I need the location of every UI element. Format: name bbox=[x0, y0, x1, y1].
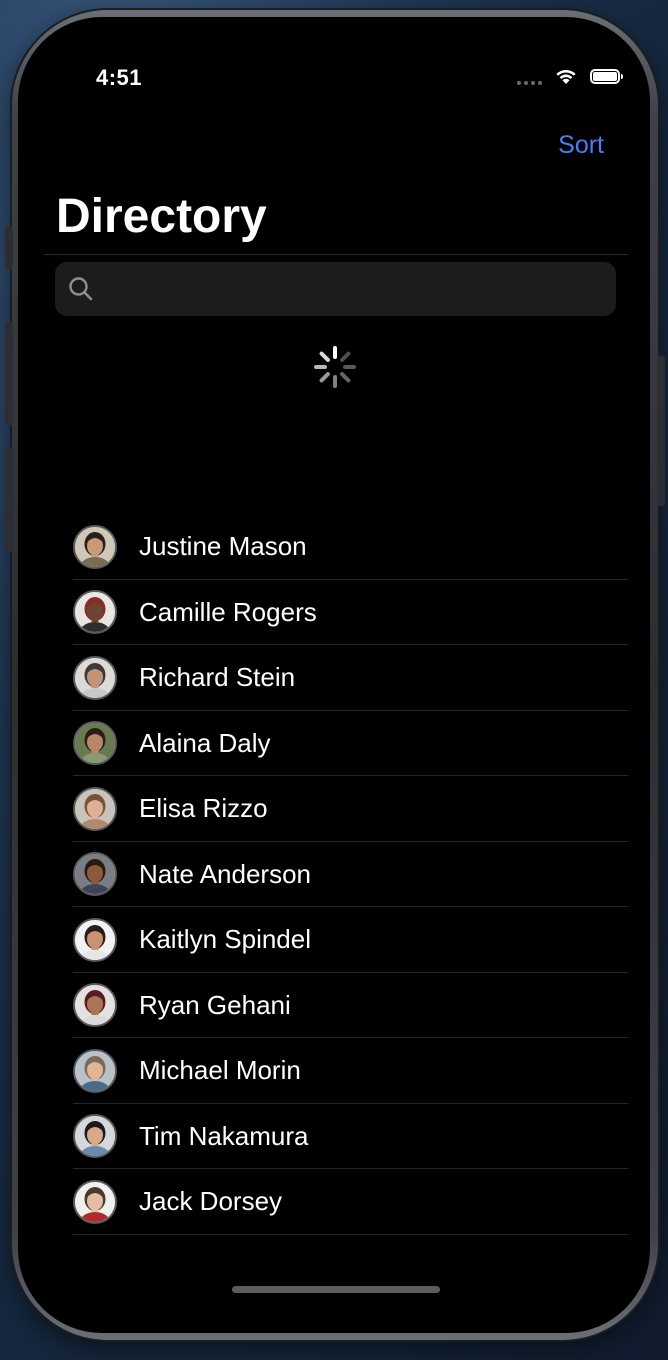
mute-switch bbox=[5, 226, 13, 270]
page-title: Directory bbox=[56, 190, 267, 243]
contact-name: Jack Dorsey bbox=[139, 1186, 283, 1217]
wifi-icon bbox=[556, 69, 576, 84]
volume-down-button bbox=[5, 448, 13, 552]
status-icons bbox=[517, 67, 623, 85]
list-item[interactable]: Nate Anderson bbox=[73, 842, 628, 908]
avatar bbox=[73, 786, 117, 831]
list-item[interactable]: Tim Nakamura bbox=[73, 1104, 628, 1170]
list-item[interactable]: Richard Stein bbox=[73, 645, 628, 711]
contact-name: Michael Morin bbox=[139, 1055, 301, 1086]
list-item[interactable]: Justine Mason bbox=[73, 514, 628, 580]
avatar bbox=[73, 590, 117, 635]
search-icon bbox=[69, 277, 93, 301]
home-indicator[interactable] bbox=[232, 1286, 440, 1293]
list-item[interactable]: Camille Rogers bbox=[73, 580, 628, 646]
avatar-portrait-icon bbox=[75, 1116, 115, 1157]
avatar-portrait-icon bbox=[75, 1181, 115, 1222]
contact-name: Justine Mason bbox=[139, 531, 307, 562]
contact-list: Justine Mason Camille Rogers Richard Ste… bbox=[73, 514, 628, 1235]
search-bar[interactable] bbox=[55, 262, 616, 316]
list-item[interactable]: Jack Dorsey bbox=[73, 1169, 628, 1235]
contact-name: Camille Rogers bbox=[139, 596, 317, 627]
status-time: 4:51 bbox=[96, 65, 143, 90]
avatar bbox=[73, 655, 117, 700]
contact-name: Richard Stein bbox=[139, 662, 296, 693]
contact-name: Ryan Gehani bbox=[139, 989, 291, 1020]
list-item[interactable]: Kaitlyn Spindel bbox=[73, 907, 628, 973]
screen: 4:51 Sort Directory Justine Mason Camill… bbox=[18, 17, 650, 1333]
battery-icon bbox=[590, 68, 623, 84]
cellular-signal-icon bbox=[517, 67, 542, 85]
avatar-portrait-icon bbox=[75, 592, 115, 633]
avatar bbox=[73, 1114, 117, 1159]
avatar bbox=[73, 721, 117, 766]
loading-spinner-icon bbox=[314, 346, 356, 388]
power-button bbox=[657, 356, 665, 506]
contact-name: Alaina Daly bbox=[139, 727, 271, 758]
avatar-portrait-icon bbox=[75, 657, 115, 698]
avatar-portrait-icon bbox=[75, 854, 115, 895]
contact-name: Elisa Rizzo bbox=[139, 793, 268, 824]
list-item[interactable]: Michael Morin bbox=[73, 1038, 628, 1104]
sort-button[interactable]: Sort bbox=[558, 131, 604, 160]
volume-up-button bbox=[5, 322, 13, 426]
list-item[interactable]: Ryan Gehani bbox=[73, 973, 628, 1039]
avatar-portrait-icon bbox=[75, 526, 115, 567]
avatar bbox=[73, 983, 117, 1028]
avatar-portrait-icon bbox=[75, 985, 115, 1026]
avatar bbox=[73, 1048, 117, 1093]
avatar-portrait-icon bbox=[75, 723, 115, 764]
search-input[interactable] bbox=[103, 275, 616, 303]
avatar bbox=[73, 852, 117, 897]
avatar bbox=[73, 1179, 117, 1224]
avatar-portrait-icon bbox=[75, 788, 115, 829]
list-item[interactable]: Elisa Rizzo bbox=[73, 776, 628, 842]
avatar-portrait-icon bbox=[75, 1050, 115, 1091]
contact-name: Nate Anderson bbox=[139, 858, 312, 889]
avatar-portrait-icon bbox=[75, 919, 115, 960]
list-item[interactable]: Alaina Daly bbox=[73, 711, 628, 777]
avatar bbox=[73, 524, 117, 569]
title-divider bbox=[44, 254, 628, 255]
contact-name: Kaitlyn Spindel bbox=[139, 924, 311, 955]
avatar bbox=[73, 917, 117, 962]
contact-name: Tim Nakamura bbox=[139, 1120, 309, 1151]
